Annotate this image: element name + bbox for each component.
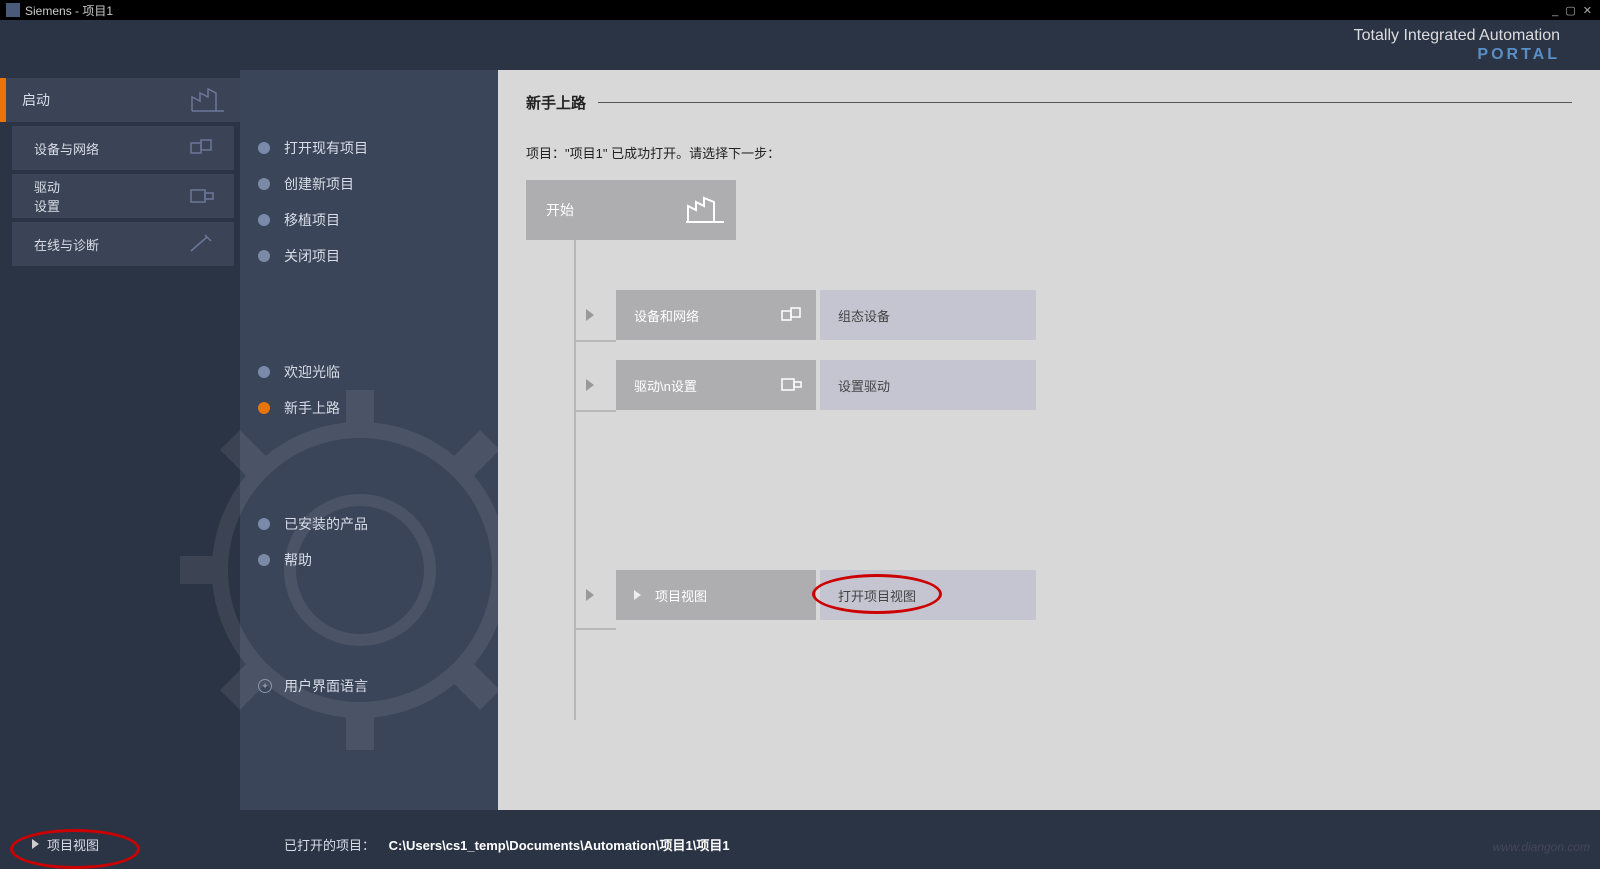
footer-project-view-button[interactable]: 项目视图: [0, 835, 240, 854]
sec-help[interactable]: 帮助: [240, 542, 498, 578]
cubes-icon: [770, 299, 816, 331]
content-panel: 新手上路 项目："项目1" 已成功打开。请选择下一步： 开始 设备和网络: [498, 70, 1600, 810]
factory-icon: [190, 85, 226, 115]
motor-icon: [770, 369, 816, 401]
flow-devices-networks[interactable]: 设备和网络: [616, 290, 816, 340]
window-controls[interactable]: _ ▢ ✕: [1552, 4, 1594, 17]
sec-installed-products[interactable]: 已安装的产品: [240, 506, 498, 542]
motor-icon: [184, 181, 220, 211]
project-opened-message: 项目："项目1" 已成功打开。请选择下一步：: [526, 143, 1572, 162]
content-title: 新手上路: [526, 92, 1572, 113]
flow-row-drive: 驱动\n设置 设置驱动: [586, 360, 1572, 410]
sec-create-new[interactable]: 创建新项目: [240, 166, 498, 202]
triangle-right-icon: [32, 839, 39, 849]
sidebar-primary: 启动 设备与网络 驱动 设置 在线与诊断: [0, 70, 240, 810]
footer-project-path: C:\Users\cs1_temp\Documents\Automation\项…: [389, 838, 730, 853]
flow-row-devices: 设备和网络 组态设备: [586, 290, 1572, 340]
flow-open-project-view[interactable]: 打开项目视图: [820, 570, 1036, 620]
factory-icon: [676, 190, 736, 230]
sec-open-existing[interactable]: 打开现有项目: [240, 130, 498, 166]
sec-first-steps[interactable]: 新手上路: [240, 390, 498, 426]
brand-header: Totally Integrated Automation PORTAL: [0, 20, 1600, 70]
window-title: Siemens - 项目1: [25, 2, 113, 19]
brand-line2: PORTAL: [1354, 45, 1560, 64]
wrench-icon: [184, 229, 220, 259]
nav-start[interactable]: 启动: [0, 78, 240, 122]
sec-welcome[interactable]: 欢迎光临: [240, 354, 498, 390]
brand-line1: Totally Integrated Automation: [1354, 26, 1560, 45]
flow-configure-devices[interactable]: 组态设备: [820, 290, 1036, 340]
sidebar-secondary: 打开现有项目 创建新项目 移植项目 关闭项目 欢迎光临 新手上路 已安装的产品 …: [240, 70, 498, 810]
triangle-right-icon: [634, 590, 641, 600]
watermark: www.diangon.com: [1493, 840, 1590, 854]
sec-ui-language[interactable]: ✦用户界面语言: [240, 668, 498, 704]
globe-icon: ✦: [258, 679, 272, 693]
title-bar: Siemens - 项目1 _ ▢ ✕: [0, 0, 1600, 20]
nav-online-diagnostics[interactable]: 在线与诊断: [12, 222, 234, 266]
arrow-right-icon: [586, 589, 594, 601]
footer-opened-project: 已打开的项目： C:\Users\cs1_temp\Documents\Auto…: [240, 835, 730, 854]
flow-project-view-label[interactable]: 项目视图: [616, 570, 816, 620]
nav-devices-networks[interactable]: 设备与网络: [12, 126, 234, 170]
cubes-icon: [184, 133, 220, 163]
flow-drive-settings[interactable]: 驱动\n设置: [616, 360, 816, 410]
nav-drive-settings[interactable]: 驱动 设置: [12, 174, 234, 218]
flow-row-project-view: 项目视图 打开项目视图: [586, 570, 1572, 620]
flow-set-drive[interactable]: 设置驱动: [820, 360, 1036, 410]
footer-bar: 项目视图 已打开的项目： C:\Users\cs1_temp\Documents…: [0, 828, 1600, 860]
arrow-right-icon: [586, 379, 594, 391]
flow-start-box[interactable]: 开始: [526, 180, 736, 240]
arrow-right-icon: [586, 309, 594, 321]
app-icon: [6, 3, 20, 17]
flow-container: 开始 设备和网络 组态设备 驱动\n设置: [526, 180, 1572, 620]
sec-close-project[interactable]: 关闭项目: [240, 238, 498, 274]
sec-migrate[interactable]: 移植项目: [240, 202, 498, 238]
